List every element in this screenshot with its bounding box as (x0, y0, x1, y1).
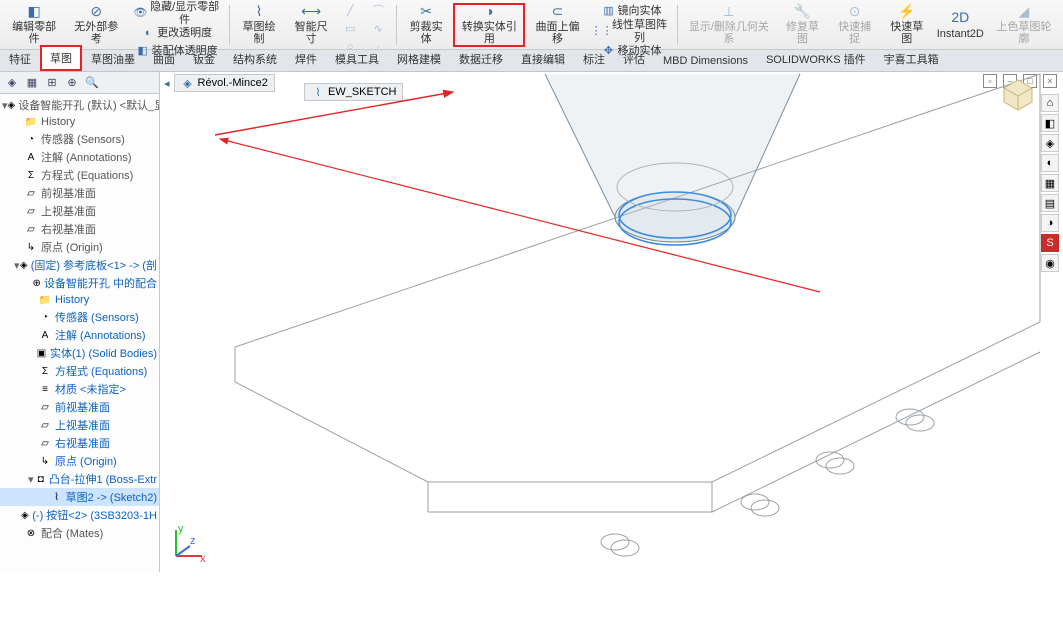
tree-node[interactable]: A注解 (Annotations) (0, 326, 159, 344)
convert-entities-button[interactable]: ◑转换实体引用 (453, 3, 525, 47)
tree-node[interactable]: 📁History (0, 292, 159, 308)
repair-button[interactable]: 🔧修复草图 (777, 3, 827, 47)
tab-钣金[interactable]: 钣金 (184, 47, 224, 71)
tree-node[interactable]: ▣实体(1) (Solid Bodies) (0, 344, 159, 362)
tree-node[interactable]: ⊕设备智能开孔 中的配合 (0, 274, 159, 292)
tree-display-icon[interactable]: ▦ (24, 75, 40, 91)
hide-show-button[interactable]: 👁隐藏/显示零部件 (128, 3, 225, 25)
separator (229, 5, 230, 45)
quick-snap-button[interactable]: ⊙快速捕捉 (830, 3, 880, 47)
tree-search-icon[interactable]: 🔍 (84, 75, 100, 91)
tab-草图油墨[interactable]: 草图油墨 (82, 47, 144, 71)
tree-node[interactable]: ▱右视基准面 (0, 220, 159, 238)
ribbon-toolbar: ◧编辑零部件 ⊘无外部参考 👁隐藏/显示零部件 ◐更改透明度 ◧装配体透明度 ⌇… (0, 0, 1063, 50)
tree-config-icon[interactable]: ⊕ (64, 75, 80, 91)
tree-node[interactable]: ▱上视基准面 (0, 202, 159, 220)
tree-node[interactable]: ◔传感器 (Sensors) (0, 130, 159, 148)
tree-node[interactable]: A注解 (Annotations) (0, 148, 159, 166)
tree-node[interactable]: ⌇草图2 -> (Sketch2) (0, 488, 159, 506)
transparency-button[interactable]: ◐更改透明度 (128, 25, 225, 43)
offset-button[interactable]: ⊂曲面上偏移 (527, 3, 587, 47)
edit-part-button[interactable]: ◧编辑零部件 (4, 3, 64, 47)
tree-node[interactable]: ▱前视基准面 (0, 184, 159, 202)
tab-草图[interactable]: 草图 (40, 45, 82, 71)
tree-node[interactable]: ▱右视基准面 (0, 434, 159, 452)
svg-text:z: z (190, 535, 196, 547)
graphics-viewport[interactable]: ◂ ◈Révol.-Mince2 ⌇EW_SKETCH ▫ – □ × ⌂◧◈◐… (160, 72, 1063, 572)
tree-node[interactable]: ▾◈(固定) 参考底板<1> -> (剖 (0, 256, 159, 274)
tree-toolbar: ◈ ▦ ⊞ ⊕ 🔍 (0, 72, 159, 94)
tab-焊件[interactable]: 焊件 (286, 47, 326, 71)
show-delete-button[interactable]: ⟂显示/删除几何关系 (682, 3, 775, 47)
tab-数据迁移[interactable]: 数据迁移 (450, 47, 512, 71)
separator (677, 5, 678, 45)
tree-node[interactable]: ↳原点 (Origin) (0, 452, 159, 470)
separator (396, 5, 397, 45)
tree-node[interactable]: ◈(-) 按钮<2> (3SB3203-1H (0, 506, 159, 524)
linear-pattern-button[interactable]: ⋮⋮线性草图阵列 (590, 21, 674, 43)
tab-曲面[interactable]: 曲面 (144, 47, 184, 71)
feature-tree-panel: ◈ ▦ ⊞ ⊕ 🔍 ▾◈设备智能开孔 (默认) <默认_显📁History◔传感… (0, 72, 160, 572)
tree-node[interactable]: ▱前视基准面 (0, 398, 159, 416)
tab-网格建模[interactable]: 网格建模 (388, 47, 450, 71)
tree-node[interactable]: ▾◘凸台-拉伸1 (Boss-Extr (0, 470, 159, 488)
tab-宇喜工具箱[interactable]: 宇喜工具箱 (875, 47, 948, 71)
tab-结构系统[interactable]: 结构系统 (224, 47, 286, 71)
shade-sketch-button[interactable]: ◢上色草图轮廓 (989, 3, 1059, 47)
tree-root[interactable]: ▾◈设备智能开孔 (默认) <默认_显 (0, 96, 159, 114)
tree-node[interactable]: ↳原点 (Origin) (0, 238, 159, 256)
model-geometry (160, 72, 1063, 572)
tree-node[interactable]: 📁History (0, 114, 159, 130)
point-tool[interactable]: · (366, 39, 392, 57)
quick-sketch-button[interactable]: ⚡快速草图 (882, 3, 932, 47)
line-tool[interactable]: ╱ (338, 3, 364, 21)
tree-node[interactable]: ▱上视基准面 (0, 416, 159, 434)
tab-特征[interactable]: 特征 (0, 47, 40, 71)
tab-标注[interactable]: 标注 (574, 47, 614, 71)
tree-node[interactable]: ≡材质 <未指定> (0, 380, 159, 398)
tree-filter-icon[interactable]: ◈ (4, 75, 20, 91)
smart-dim-button[interactable]: ⟷智能尺寸 (286, 3, 336, 47)
spline-tool[interactable]: ∿ (366, 21, 392, 39)
sketch-button[interactable]: ⌇草图绘制 (234, 3, 284, 47)
tree-expand-icon[interactable]: ⊞ (44, 75, 60, 91)
svg-text:y: y (178, 524, 184, 535)
tab-评估[interactable]: 评估 (614, 47, 654, 71)
rect-tool[interactable]: ▭ (338, 21, 364, 39)
tree-node[interactable]: ⊗配合 (Mates) (0, 524, 159, 542)
view-triad: y x z (168, 524, 208, 564)
tab-MBD Dimensions[interactable]: MBD Dimensions (654, 51, 757, 71)
trim-button[interactable]: ✂剪裁实体 (401, 3, 451, 47)
instant2d-button[interactable]: 2DInstant2D (934, 3, 987, 47)
tree-node[interactable]: Σ方程式 (Equations) (0, 166, 159, 184)
tab-直接编辑[interactable]: 直接编辑 (512, 47, 574, 71)
tab-SOLIDWORKS 插件[interactable]: SOLIDWORKS 插件 (757, 47, 875, 71)
svg-text:x: x (200, 553, 206, 564)
feature-tree[interactable]: ▾◈设备智能开孔 (默认) <默认_显📁History◔传感器 (Sensors… (0, 94, 159, 572)
view-cube-icon[interactable] (1001, 78, 1035, 112)
command-tabs: 特征草图草图油墨曲面钣金结构系统焊件模具工具网格建模数据迁移直接编辑标注评估MB… (0, 50, 1063, 72)
tree-node[interactable]: Σ方程式 (Equations) (0, 362, 159, 380)
no-external-ref-button[interactable]: ⊘无外部参考 (66, 3, 126, 47)
mirror-button[interactable]: ▥镜向实体 (590, 3, 674, 21)
arc-tool[interactable]: ⌒ (366, 3, 392, 21)
circle-tool[interactable]: ○ (338, 39, 364, 57)
tree-node[interactable]: ◔传感器 (Sensors) (0, 308, 159, 326)
